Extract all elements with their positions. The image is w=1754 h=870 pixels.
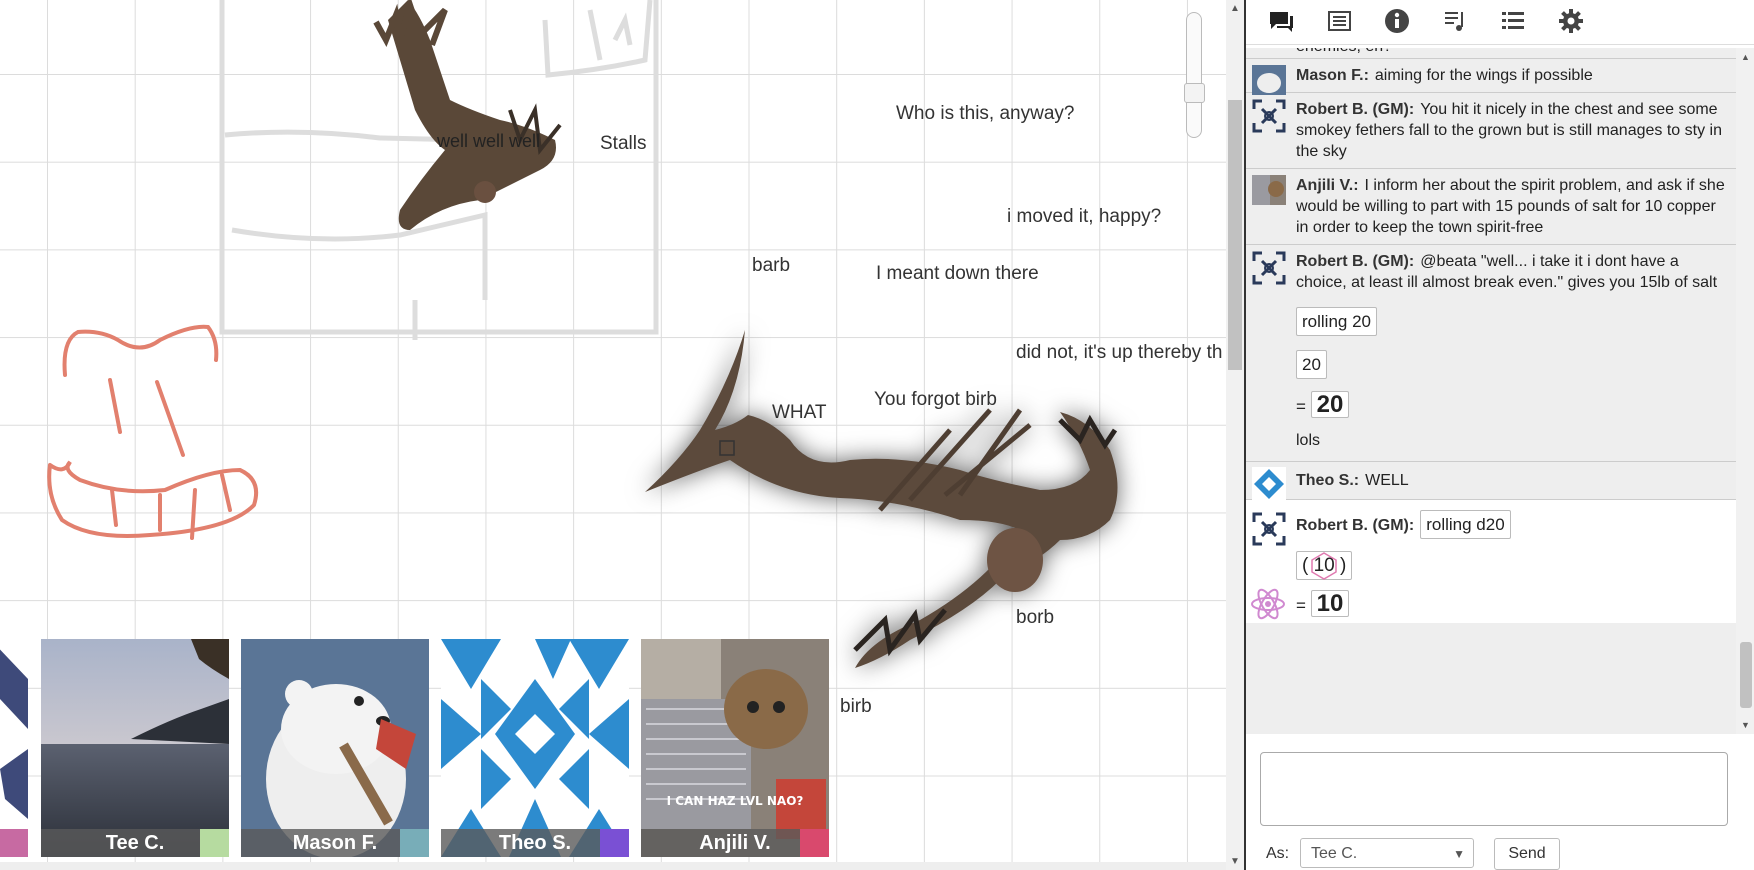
player-color-tee xyxy=(200,829,229,857)
canvas-text-stalls[interactable]: Stalls xyxy=(600,133,646,155)
chat-speaker: Anjili V.: xyxy=(1296,177,1359,194)
player-color-mason xyxy=(400,829,429,857)
theo-avatar-image xyxy=(441,639,629,857)
partial-avatar-image xyxy=(0,639,28,857)
player-partial[interactable] xyxy=(0,639,28,857)
list-icon[interactable] xyxy=(1498,6,1528,36)
speaking-as-select[interactable]: Tee C. ▼ xyxy=(1300,838,1474,868)
tabletop-canvas[interactable]: Who is this, anyway? well well well Stal… xyxy=(0,0,1236,870)
avatar-robert xyxy=(1252,251,1286,285)
d20-die: 10 xyxy=(1310,552,1337,580)
player-card-mason[interactable]: Mason F. xyxy=(241,639,429,857)
chat-message: Theo S.: WELL xyxy=(1246,462,1736,501)
scroll-up-icon[interactable]: ▲ xyxy=(1230,3,1240,14)
atom-icon xyxy=(1251,588,1285,620)
chat-scroll-thumb[interactable] xyxy=(1740,642,1752,708)
chat-icon[interactable] xyxy=(1266,6,1296,36)
avatar-anjili xyxy=(1252,175,1286,205)
roll-equals: = xyxy=(1296,596,1306,615)
canvas-vertical-scrollbar[interactable]: ▲ ▼ xyxy=(1226,0,1244,870)
scroll-down-icon[interactable]: ▼ xyxy=(1230,856,1240,867)
canvas-text-birb[interactable]: birb xyxy=(840,696,872,718)
chat-input[interactable] xyxy=(1260,752,1728,826)
player-card-theo[interactable]: Theo S. xyxy=(441,639,629,857)
chat-message: Anjili V.: I inform her about the spirit … xyxy=(1246,169,1736,245)
d20-icon xyxy=(1310,552,1337,580)
speaking-as-value: Tee C. xyxy=(1311,845,1358,862)
as-label: As: xyxy=(1266,845,1290,862)
canvas-text-moved[interactable]: i moved it, happy? xyxy=(1007,206,1161,228)
mason-avatar-image xyxy=(241,639,429,857)
roll-formula: rolling 20 xyxy=(1296,307,1377,336)
canvas-text-barb[interactable]: barb xyxy=(752,255,790,277)
chat-speaker: Robert B. (GM): xyxy=(1296,517,1415,534)
chat-scroll-down-icon[interactable]: ▼ xyxy=(1741,720,1750,730)
roll-die: 20 xyxy=(1296,350,1327,379)
player-color-anjili xyxy=(800,829,829,857)
chevron-down-icon: ▼ xyxy=(1453,847,1465,861)
chat-scrollbar[interactable]: ▲ ▼ xyxy=(1736,48,1754,734)
anjili-meme-caption: I CAN HAZ LVL NAO? xyxy=(666,794,804,808)
journal-icon[interactable] xyxy=(1324,6,1354,36)
tee-avatar-image xyxy=(41,639,229,857)
canvas-text-did-not[interactable]: did not, it's up thereby th xyxy=(1016,342,1222,364)
canvas-text-forgot[interactable]: You forgot birb xyxy=(874,389,997,411)
avatar-robert xyxy=(1252,512,1286,546)
avatar-robert xyxy=(1252,99,1286,133)
chat-message: Mason F.: aiming for the wings if possibl… xyxy=(1246,59,1736,95)
canvas-text-what[interactable]: WHAT xyxy=(772,402,827,424)
chat-message: Robert B. (GM): @beata "well... i take it… xyxy=(1246,245,1736,462)
player-card-tee[interactable]: Tee C. xyxy=(41,639,229,857)
canvas-text-well[interactable]: well well well xyxy=(437,131,540,152)
roll-die-group: ( 10 ) xyxy=(1296,551,1353,580)
chat-text: aiming for the wings if possible xyxy=(1374,67,1593,84)
chat-log[interactable]: enemies, eh? Mason F.: aiming for the win… xyxy=(1246,48,1736,734)
roll-formula: rolling d20 xyxy=(1420,510,1511,539)
roll-total: 10 xyxy=(1310,590,1350,617)
chat-message: Robert B. (GM): rolling d20 ( 10 ) = 10 xyxy=(1246,500,1736,623)
jukebox-icon[interactable] xyxy=(1440,6,1470,36)
send-button[interactable]: Send xyxy=(1494,838,1560,870)
player-color-theo xyxy=(600,829,629,857)
sidebar-tabs xyxy=(1246,0,1754,45)
info-icon[interactable] xyxy=(1382,6,1412,36)
zoom-handle[interactable] xyxy=(1184,83,1205,103)
player-card-anjili[interactable]: I CAN HAZ LVL NAO? Anjili V. xyxy=(641,639,829,857)
chat-scroll-up-icon[interactable]: ▲ xyxy=(1741,52,1750,62)
chat-speaker: Robert B. (GM): xyxy=(1296,101,1415,118)
roll-total: 20 xyxy=(1310,391,1350,418)
bird-token-top[interactable] xyxy=(373,0,562,230)
chat-speaker: Theo S.: xyxy=(1296,472,1360,489)
chat-text: I inform her about the spirit problem, a… xyxy=(1296,177,1725,236)
chat-message: Robert B. (GM): You hit it nicely in the … xyxy=(1246,93,1736,169)
roll-equals: = xyxy=(1296,397,1306,416)
canvas-text-who[interactable]: Who is this, anyway? xyxy=(896,103,1074,125)
canvas-text-meant[interactable]: I meant down there xyxy=(876,263,1039,285)
roll-paren-close: ) xyxy=(1340,555,1347,576)
anjili-avatar-image xyxy=(641,639,829,857)
canvas-scroll-thumb[interactable] xyxy=(1228,100,1242,370)
chat-speaker: Mason F.: xyxy=(1296,67,1369,84)
zoom-slider[interactable] xyxy=(1184,12,1205,138)
canvas-horizontal-scrollbar[interactable] xyxy=(0,862,1236,870)
avatar-theo xyxy=(1252,467,1286,501)
chat-text: lols xyxy=(1296,432,1321,449)
roll-paren-open: ( xyxy=(1302,555,1309,576)
sidebar-panel: enemies, eh? Mason F.: aiming for the win… xyxy=(1244,0,1754,870)
gear-icon[interactable] xyxy=(1556,6,1586,36)
chat-text: WELL xyxy=(1365,472,1409,489)
chat-speaker: Robert B. (GM): xyxy=(1296,253,1415,270)
pink-drawing xyxy=(47,324,259,540)
canvas-text-borb[interactable]: borb xyxy=(1016,607,1054,629)
chat-partial-line: enemies, eh? xyxy=(1246,48,1736,59)
